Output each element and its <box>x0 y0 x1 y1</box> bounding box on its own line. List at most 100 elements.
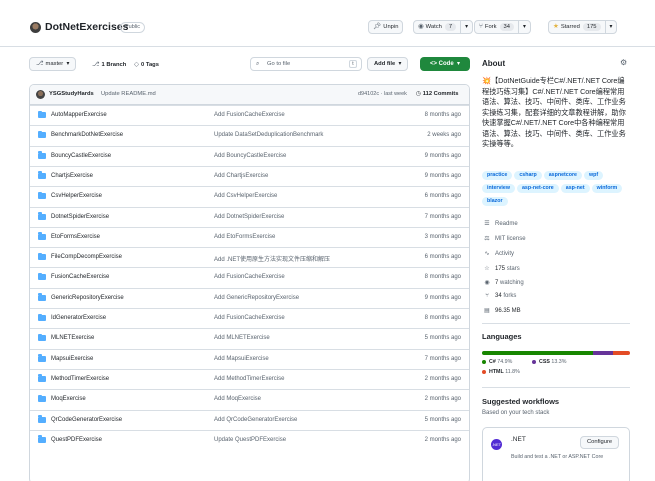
table-row[interactable]: QuestPDFExercise Update QuestPDFExercise 2… <box>30 429 469 450</box>
topic-tag[interactable]: asp-net-core <box>516 184 559 193</box>
file-commit-message[interactable]: Update DataSetDeduplicationBenchmark <box>214 132 323 138</box>
add-file-button[interactable]: Add file ▾ <box>367 57 409 71</box>
file-commit-message[interactable]: Add GenericRepositoryExercise <box>214 295 299 301</box>
topic-tag[interactable]: winform <box>591 184 623 193</box>
language-csharp[interactable]: C# 74.9% <box>482 359 512 365</box>
topic-tag[interactable]: interview <box>482 184 515 193</box>
file-name[interactable]: IdGeneratorExercise <box>51 315 106 321</box>
table-row[interactable]: GenericRepositoryExercise Add GenericRepo… <box>30 287 469 308</box>
topic-tag[interactable]: csharp <box>514 171 542 180</box>
branch-select[interactable]: ⎇ master ▾ <box>29 57 77 71</box>
file-commit-message[interactable]: Add FusionCacheExercise <box>214 274 285 280</box>
file-name[interactable]: MapsuiExercise <box>51 356 93 362</box>
folder-icon <box>38 333 46 342</box>
starred-button[interactable]: ★ Starred 175 ▾ <box>548 20 618 34</box>
dotnet-icon: .NET <box>491 439 502 450</box>
file-name[interactable]: MLNETExercise <box>51 335 94 341</box>
branch-icon: ⎇ <box>36 60 44 67</box>
unpin-button[interactable]: 📌︎ Unpin <box>368 20 404 34</box>
branches-link[interactable]: ⎇ 1 Branch <box>92 60 126 68</box>
chevron-down-icon: ▾ <box>66 61 70 67</box>
file-name[interactable]: ChartjsExercise <box>51 173 93 179</box>
fork-button[interactable]: ⑂ Fork 34 ▾ <box>474 20 531 34</box>
code-button[interactable]: <> Code ▾ <box>420 57 470 71</box>
folder-icon <box>38 293 46 301</box>
table-row[interactable]: QrCodeGeneratorExercise Add QrCodeGenerat… <box>30 409 469 430</box>
stars-link[interactable]: ☆ 175 stars <box>482 265 519 272</box>
file-commit-message[interactable]: Add MoqExercise <box>214 396 261 402</box>
sidebar-divider <box>482 323 630 324</box>
table-row[interactable]: AutoMapperExercise Add FusionCacheExercis… <box>30 105 469 125</box>
table-row[interactable]: ChartjsExercise Add ChartjsExercise 9 mont… <box>30 165 469 186</box>
folder-icon <box>38 374 46 382</box>
file-commit-message[interactable]: Add QrCodeGeneratorExercise <box>214 417 297 423</box>
file-name[interactable]: FileCompDecompExercise <box>51 254 122 260</box>
table-row[interactable]: DotnetSpiderExercise Add DotnetSpiderExer… <box>30 206 469 227</box>
fork-count: 34 <box>499 23 514 31</box>
file-name[interactable]: BenchmarkDotNetExercise <box>51 132 123 138</box>
file-commit-message[interactable]: Add EtoFormsExercise <box>214 234 275 240</box>
file-name[interactable]: MoqExercise <box>51 396 86 402</box>
file-name[interactable]: QrCodeGeneratorExercise <box>51 417 122 423</box>
table-row[interactable]: CsvHelperExercise Add CsvHelperExercise 6 … <box>30 186 469 206</box>
table-row[interactable]: EtoFormsExercise Add EtoFormsExercise 3 mo… <box>30 226 469 247</box>
configure-button[interactable]: Configure <box>580 436 620 449</box>
commit-message[interactable]: Update README.md <box>101 91 156 97</box>
language-html[interactable]: HTML 11.8% <box>482 369 520 375</box>
file-name[interactable]: BouncyCastleExercise <box>51 153 111 159</box>
commit-count[interactable]: ◷ 112 Commits <box>416 91 458 97</box>
license-link[interactable]: ⚖ MIT license <box>482 235 525 242</box>
table-row[interactable]: MethodTimerExercise Add MethodTimerExerci… <box>30 368 469 389</box>
activity-link[interactable]: ∿ Activity <box>482 250 514 257</box>
tags-link[interactable]: ◇ 0 Tags <box>134 60 159 68</box>
watch-button[interactable]: ◉ Watch 7 ▾ <box>413 20 474 34</box>
table-row[interactable]: MLNETExercise Add MLNETExercise 5 months a… <box>30 328 469 348</box>
file-name[interactable]: FusionCacheExercise <box>51 274 109 280</box>
table-row[interactable]: MoqExercise Add MoqExercise 2 months ago <box>30 389 469 409</box>
readme-link[interactable]: ☰ Readme <box>482 220 517 227</box>
topic-tag[interactable]: blazor <box>482 197 508 206</box>
gear-icon[interactable]: ⚙ <box>620 58 627 67</box>
go-to-file-input[interactable]: ⌕ Go to file t <box>250 57 362 71</box>
file-commit-message[interactable]: Add FusionCacheExercise <box>214 315 285 321</box>
database-icon: ▤ <box>484 308 490 314</box>
topic-tag[interactable]: practice <box>482 171 513 180</box>
file-commit-message[interactable]: Add ChartjsExercise <box>214 173 268 179</box>
file-commit-message[interactable]: Add .NET使用原生方法实现文件压缩和解压 <box>214 254 330 263</box>
file-commit-message[interactable]: Add DotnetSpiderExercise <box>214 214 284 220</box>
file-commit-message[interactable]: Add CsvHelperExercise <box>214 193 277 199</box>
commit-author[interactable]: YSGStudyHards <box>49 91 94 97</box>
file-name[interactable]: GenericRepositoryExercise <box>51 295 124 301</box>
topic-tag[interactable]: asp-net <box>560 184 590 193</box>
table-row[interactable]: BenchmarkDotNetExercise Update DataSetDed… <box>30 125 469 145</box>
file-name[interactable]: MethodTimerExercise <box>51 376 109 382</box>
file-commit-message[interactable]: Add MapsuiExercise <box>214 356 269 362</box>
visibility-badge: Public <box>120 22 145 33</box>
topic-tag[interactable]: wpf <box>583 171 604 180</box>
file-commit-message[interactable]: Update QuestPDFExercise <box>214 437 286 443</box>
language-css[interactable]: CSS 13.3% <box>532 359 566 365</box>
file-name[interactable]: AutoMapperExercise <box>51 112 107 118</box>
table-row[interactable]: IdGeneratorExercise Add FusionCacheExerci… <box>30 308 469 328</box>
file-name[interactable]: QuestPDFExercise <box>51 437 102 443</box>
commit-hash[interactable]: d94102c · last week <box>358 91 407 97</box>
owner-avatar[interactable] <box>30 22 41 33</box>
file-commit-time: 8 months ago <box>424 315 461 321</box>
watching-link[interactable]: ◉ 7 watching <box>482 279 523 286</box>
file-commit-message[interactable]: Add FusionCacheExercise <box>214 112 285 118</box>
file-name[interactable]: CsvHelperExercise <box>51 193 102 199</box>
table-row[interactable]: FileCompDecompExercise Add .NET使用原生方法实现文件… <box>30 247 469 267</box>
file-name[interactable]: DotnetSpiderExercise <box>51 214 109 220</box>
table-row[interactable]: MapsuiExercise Add MapsuiExercise 7 months… <box>30 348 469 369</box>
forks-link[interactable]: ⑂ 34 forks <box>482 293 516 299</box>
languages-title[interactable]: Languages <box>482 332 522 341</box>
file-commit-message[interactable]: Add MLNETExercise <box>214 335 270 341</box>
table-row[interactable]: BouncyCastleExercise Add BouncyCastleExer… <box>30 145 469 166</box>
commit-author-avatar[interactable] <box>36 90 45 99</box>
file-name[interactable]: EtoFormsExercise <box>51 234 100 240</box>
table-row[interactable]: FusionCacheExercise Add FusionCacheExerci… <box>30 267 469 287</box>
repo-name[interactable]: DotNetExercises <box>45 21 128 33</box>
file-commit-message[interactable]: Add BouncyCastleExercise <box>214 153 286 159</box>
file-commit-message[interactable]: Add MethodTimerExercise <box>214 376 284 382</box>
topic-tag[interactable]: aspnetcore <box>543 171 582 180</box>
